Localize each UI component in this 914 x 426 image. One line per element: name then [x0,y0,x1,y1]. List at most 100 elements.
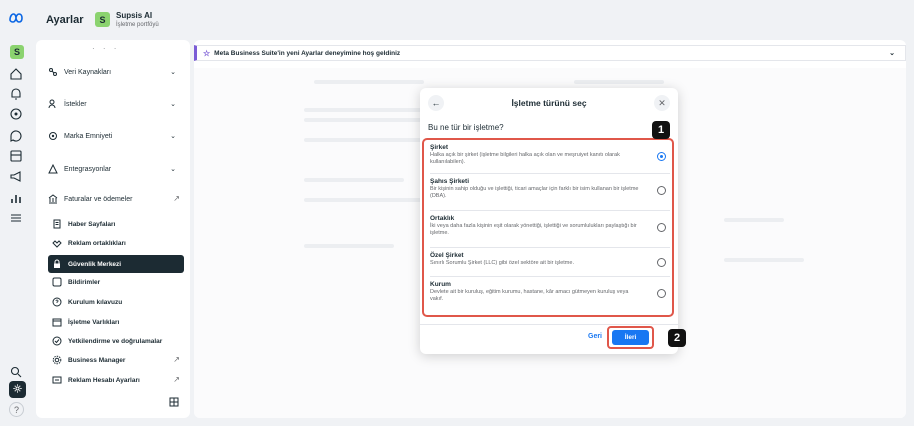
meta-logo-icon[interactable] [8,10,24,26]
pages-icon[interactable] [8,148,24,164]
account-avatar[interactable]: S [10,45,24,59]
radio-unselected[interactable] [657,223,666,232]
integrations-icon [48,164,58,174]
chevron-down-icon[interactable]: ⌄ [170,132,176,140]
external-link-icon[interactable]: ↗ [173,355,180,364]
search-icon[interactable] [8,364,24,380]
partnership-icon [52,238,62,248]
option-description: Sınırlı Sorumlu Şirket (LLC) gibi özel s… [430,260,574,266]
brand-safety-icon [48,131,58,141]
sidebar-item-business-manager[interactable]: Business Manager [52,352,125,368]
option-description: Bir kişinin sahip olduğu ve işlettiği, t… [430,186,639,199]
option-sirket[interactable]: Şirket Halka açık bir şirket (işletme bi… [430,144,670,166]
divider [430,276,670,277]
step-badge-2: 2 [668,329,686,347]
business-name[interactable]: Supsis AI [116,11,152,20]
sidebar-item-label: Reklam Hesabı Ayarları [68,376,140,384]
option-title: Şahıs Şirketi [430,178,470,185]
chevron-down-icon[interactable]: ⌄ [889,49,895,57]
divider [420,324,678,325]
sidebar-item-label: Yetkilendirme ve doğrulamalar [68,337,163,345]
menu-icon[interactable] [8,210,24,226]
page-title: Ayarlar [46,14,84,26]
sidebar-item-veri-kaynaklari[interactable]: Veri Kaynakları [48,64,111,80]
external-link-icon[interactable]: ↗ [173,194,180,203]
business-avatar[interactable]: S [95,12,110,27]
welcome-text: Meta Business Suite'in yeni Ayarlar dene… [214,49,401,57]
sidebar-item-label: Veri Kaynakları [64,68,112,76]
sidebar-item-guvenlik-merkezi[interactable]: Güvenlik Merkezi [52,256,121,272]
sidebar-item-label: Bildirimler [68,278,101,286]
star-icon: ☆ [203,48,211,58]
sidebar-item-label: Marka Emniyeti [64,132,113,140]
check-circle-icon [52,336,62,346]
chevron-down-icon[interactable]: ⌄ [170,68,176,76]
option-description: Devlete ait bir kuruluş, eğitim kurumu, … [430,289,629,302]
back-button[interactable]: Geri [588,333,602,340]
sidebar-item-reklam-hesabi-ayarlari[interactable]: Reklam Hesabı Ayarları [52,372,140,388]
sidebar-scroll-dots: · · · [92,44,120,53]
option-ortaklik[interactable]: Ortaklık İki veya daha fazla kişinin eşi… [430,215,670,237]
divider [430,247,670,248]
divider [430,173,670,174]
sidebar-item-faturalar[interactable]: Faturalar ve ödemeler [48,191,132,207]
option-kurum[interactable]: Kurum Devlete ait bir kuruluş, eğitim ku… [430,281,670,303]
divider [430,210,670,211]
sidebar-item-label: Reklam ortaklıkları [68,239,126,247]
option-title: Özel Şirket [430,252,464,259]
external-link-icon[interactable]: ↗ [173,375,180,384]
sidebar-item-yetkilendirme[interactable]: Yetkilendirme ve doğrulamalar [52,333,162,349]
sidebar-item-label: Entegrasyonlar [64,165,112,173]
sidebar-item-entegrasyonlar[interactable]: Entegrasyonlar [48,161,111,177]
close-icon[interactable]: ✕ [654,95,670,111]
business-assets-icon [52,317,62,327]
gear-icon [52,355,62,365]
chevron-down-icon[interactable]: ⌄ [170,165,176,173]
sidebar-item-isletme-varliklari[interactable]: İşletme Varlıkları [52,314,119,330]
sidebar-item-label: Kurulum kılavuzu [68,298,123,306]
dialog-question: Bu ne tür bir işletme? [428,123,504,132]
chat-bubble-icon[interactable] [8,128,24,144]
sidebar-item-kurulum-kilavuzu[interactable]: Kurulum kılavuzu [52,294,122,310]
sidebar-item-marka-emniyeti[interactable]: Marka Emniyeti [48,128,112,144]
grid-icon[interactable] [169,394,179,407]
data-sources-icon [48,67,58,77]
option-title: Kurum [430,281,451,288]
lock-icon [52,259,62,269]
option-description: Halka açık bir şirket (işletme bilgileri… [430,152,620,165]
radio-unselected[interactable] [657,186,666,195]
billing-icon [48,194,58,204]
sidebar-item-haber-sayfalari[interactable]: Haber Sayfaları [52,216,115,232]
gear-icon [12,381,23,399]
chevron-down-icon[interactable]: ⌄ [170,100,176,108]
top-header: Ayarlar S Supsis AI İşletme portföyü [34,0,914,40]
sidebar-item-label: Haber Sayfaları [68,220,116,228]
sidebar-item-bildirimler[interactable]: Bildirimler [52,274,100,290]
option-ozel-sirket[interactable]: Özel Şirket Sınırlı Sorumlu Şirket (LLC)… [430,252,670,267]
analytics-icon[interactable] [8,190,24,206]
option-sahis-sirketi[interactable]: Şahıs Şirketi Bir kişinin sahip olduğu v… [430,178,670,200]
step-badge-1: 1 [652,121,670,139]
help-icon[interactable]: ? [9,402,24,417]
sidebar-item-reklam-ortakliklari[interactable]: Reklam ortaklıkları [52,235,126,251]
option-title: Şirket [430,144,449,151]
welcome-banner[interactable]: ☆ Meta Business Suite'in yeni Ayarlar de… [194,45,906,61]
radio-unselected[interactable] [657,289,666,298]
icon-rail: S ? [0,0,34,426]
target-icon[interactable] [8,106,24,122]
home-icon[interactable] [8,66,24,82]
settings-sidebar: · · · Veri Kaynakları ⌄ İstekler ⌄ Marka… [36,40,190,418]
dialog-title: İşletme türünü seç [511,98,587,108]
sidebar-item-istekler[interactable]: İstekler [48,96,87,112]
business-type-dialog: ← İşletme türünü seç ✕ Bu ne tür bir işl… [420,88,678,354]
megaphone-icon[interactable] [8,168,24,184]
radio-selected[interactable] [657,152,666,161]
settings-button[interactable] [9,381,26,398]
bell-icon[interactable] [8,86,24,102]
radio-unselected[interactable] [657,258,666,267]
notification-square-icon [52,277,62,287]
business-subtitle: İşletme portföyü [116,22,159,28]
next-button[interactable]: İleri [612,330,649,345]
sidebar-item-label: Güvenlik Merkezi [68,260,122,268]
sidebar-item-label: İstekler [64,100,87,108]
